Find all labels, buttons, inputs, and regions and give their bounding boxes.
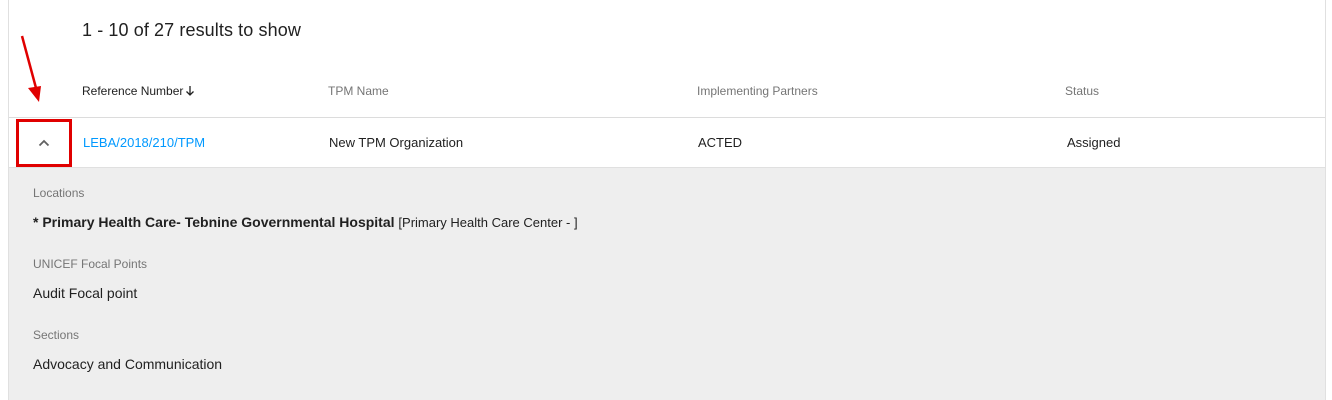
sections-label: Sections <box>33 328 80 342</box>
results-panel: 1 - 10 of 27 results to show Reference N… <box>8 0 1326 400</box>
chevron-up-icon <box>38 139 50 147</box>
table-header: Reference Number TPM Name Implementing P… <box>9 70 1325 118</box>
table-row[interactable]: LEBA/2018/210/TPM New TPM Organization A… <box>9 119 1325 167</box>
arrow-down-icon <box>186 86 195 96</box>
location-name: Primary Health Care- Tebnine Governmenta… <box>42 214 395 230</box>
column-header-status[interactable]: Status <box>1065 84 1099 98</box>
results-summary: 1 - 10 of 27 results to show <box>82 20 301 40</box>
focal-points-label: UNICEF Focal Points <box>33 257 148 271</box>
collapse-row-button[interactable] <box>16 119 72 167</box>
column-header-implementing-partners[interactable]: Implementing Partners <box>697 84 818 98</box>
location-prefix: * <box>33 214 43 230</box>
status-cell: Assigned <box>1067 135 1121 150</box>
column-header-label: Reference Number <box>82 84 184 98</box>
reference-number-link[interactable]: LEBA/2018/210/TPM <box>83 135 205 150</box>
location-item: * Primary Health Care- Tebnine Governmen… <box>33 214 578 230</box>
column-header-tpm-name[interactable]: TPM Name <box>328 84 389 98</box>
sections-value: Advocacy and Communication <box>33 356 223 372</box>
implementing-partners-cell: ACTED <box>698 135 743 150</box>
location-type: [Primary Health Care Center - ] <box>398 215 578 230</box>
locations-label: Locations <box>33 186 85 200</box>
tpm-name-cell: New TPM Organization <box>329 135 464 150</box>
column-header-reference-number[interactable]: Reference Number <box>82 84 196 98</box>
row-details: Locations * Primary Health Care- Tebnine… <box>9 167 1325 400</box>
focal-points-value: Audit Focal point <box>33 285 138 301</box>
